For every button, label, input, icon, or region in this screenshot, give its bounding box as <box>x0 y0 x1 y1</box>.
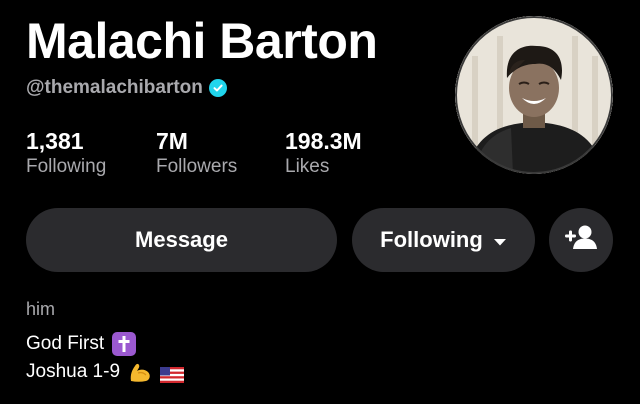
latin-cross-emoji-icon <box>112 332 137 356</box>
stat-label: Followers <box>156 156 238 177</box>
profile-name: Malachi Barton <box>26 13 378 69</box>
bio-line: Joshua 1-9 <box>26 358 185 386</box>
following-button-label: Following <box>380 227 483 252</box>
handle-row: @themalachibarton <box>26 77 227 99</box>
bio-text: God First <box>26 333 105 354</box>
bio: God First Joshua 1-9 <box>26 330 185 386</box>
stat-label: Likes <box>285 156 330 177</box>
bio-text: Joshua 1-9 <box>26 361 121 382</box>
flexed-biceps-emoji-icon <box>128 361 152 383</box>
caret-down-icon <box>493 227 507 253</box>
stat-label: Following <box>26 156 107 177</box>
stat-value: 1,381 <box>26 128 84 154</box>
message-button[interactable]: Message <box>26 208 337 272</box>
avatar[interactable] <box>455 16 613 174</box>
stat-value: 198.3M <box>285 128 362 154</box>
us-flag-emoji-icon <box>160 364 185 383</box>
stat-likes[interactable]: 198.3M Likes <box>285 128 362 180</box>
message-button-label: Message <box>135 227 228 252</box>
stat-following[interactable]: 1,381 Following <box>26 128 106 180</box>
stat-value: 7M <box>156 128 188 154</box>
add-friend-button[interactable] <box>549 208 613 272</box>
verified-badge-icon <box>208 79 227 97</box>
add-friend-icon <box>564 224 598 256</box>
following-button[interactable]: Following <box>352 208 535 272</box>
bio-line: God First <box>26 330 184 358</box>
stat-followers[interactable]: 7M Followers <box>156 128 237 180</box>
profile-handle: @themalachibarton <box>26 77 203 98</box>
pronoun-text: him <box>26 299 56 319</box>
